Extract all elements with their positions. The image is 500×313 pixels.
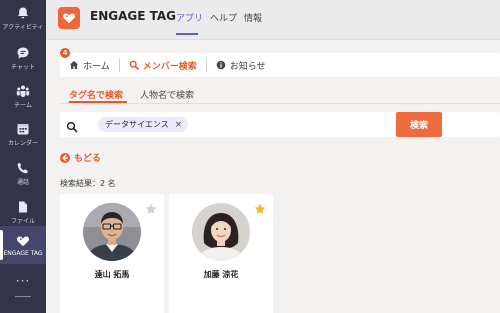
tab-app[interactable]: アプリ bbox=[176, 11, 203, 24]
star-outline-icon[interactable] bbox=[145, 200, 157, 219]
notification-badge: 4 bbox=[60, 48, 70, 58]
avatar bbox=[192, 203, 250, 261]
engage-tag-logo bbox=[58, 7, 80, 29]
tag-chip-remove-button[interactable]: × bbox=[175, 120, 183, 130]
subtab-divider bbox=[60, 103, 500, 104]
tag-chip: データサイエンス × bbox=[98, 117, 189, 132]
engage-tag-icon bbox=[17, 235, 29, 246]
tag-chip-label: データサイエンス bbox=[105, 120, 169, 129]
tag-heart-icon bbox=[63, 13, 75, 24]
search-button[interactable]: 検索 bbox=[396, 112, 442, 137]
rail-item-files[interactable]: ファイル bbox=[0, 194, 46, 230]
tab-search-by-name[interactable]: 人物名で検索 bbox=[140, 88, 194, 101]
chat-icon bbox=[17, 47, 29, 58]
member-name: 遠山 拓馬 bbox=[94, 270, 130, 279]
rail-label: チーム bbox=[14, 101, 32, 109]
rail-label: チャット bbox=[11, 63, 35, 71]
back-link[interactable]: もどる bbox=[60, 151, 101, 164]
results-count: 検索結果：2 名 bbox=[60, 179, 116, 188]
star-filled-icon[interactable] bbox=[254, 200, 266, 219]
tab-info[interactable]: 情報 bbox=[244, 11, 262, 24]
app-header: ENGAGE TAG アプリ ヘルプ 情報 bbox=[46, 0, 500, 40]
app-title: ENGAGE TAG bbox=[90, 9, 176, 23]
teams-icon bbox=[16, 85, 30, 97]
arrow-left-icon bbox=[60, 152, 70, 163]
rail-label: ENGAGE TAG bbox=[3, 249, 43, 257]
member-card[interactable]: 加藤 涼花 bbox=[169, 194, 273, 313]
member-card[interactable]: 遠山 拓馬 bbox=[60, 194, 164, 313]
active-tab-indicator bbox=[176, 33, 198, 35]
search-icon bbox=[129, 60, 139, 70]
phone-icon bbox=[17, 162, 28, 173]
search-icon bbox=[66, 118, 78, 137]
nav-home[interactable]: ホーム bbox=[60, 58, 120, 72]
rail-divider bbox=[15, 296, 31, 297]
app-navbar: ホーム メンバー検索 お知らせ bbox=[60, 53, 500, 77]
calendar-icon bbox=[17, 123, 29, 134]
avatar bbox=[83, 203, 141, 261]
rail-item-calls[interactable]: 通話 bbox=[0, 155, 46, 191]
more-apps-button[interactable]: ··· bbox=[0, 274, 46, 288]
rail-label: アクティビティ bbox=[2, 23, 44, 31]
file-icon bbox=[19, 201, 27, 212]
nav-notices[interactable]: お知らせ bbox=[207, 58, 275, 72]
rail-item-chat[interactable]: チャット bbox=[0, 40, 46, 76]
tab-help[interactable]: ヘルプ bbox=[210, 11, 237, 24]
app-rail: アクティビティ チャット チーム カレンダー 通話 ファイル ENGAGE TA… bbox=[0, 0, 46, 313]
rail-label: カレンダー bbox=[7, 139, 38, 147]
nav-label: ホーム bbox=[83, 61, 110, 72]
rail-label: 通話 bbox=[16, 178, 29, 186]
back-label: もどる bbox=[74, 154, 101, 164]
rail-item-calendar[interactable]: カレンダー bbox=[0, 116, 46, 152]
rail-item-engage-tag[interactable]: ENGAGE TAG bbox=[0, 226, 46, 264]
rail-label: ファイル bbox=[10, 217, 35, 225]
home-icon bbox=[69, 61, 79, 69]
rail-item-teams[interactable]: チーム bbox=[0, 78, 46, 114]
main-panel: ホーム メンバー検索 お知らせ 4 タグ名で検索 人物名で検索 データサイエンス… bbox=[46, 40, 500, 313]
nav-label: メンバー検索 bbox=[142, 61, 197, 72]
info-icon bbox=[216, 60, 226, 70]
member-name: 加藤 涼花 bbox=[203, 270, 239, 279]
tab-search-by-tag[interactable]: タグ名で検索 bbox=[69, 88, 123, 101]
nav-label: お知らせ bbox=[229, 61, 266, 72]
rail-item-activity[interactable]: アクティビティ bbox=[0, 0, 46, 36]
bell-icon bbox=[18, 7, 28, 18]
nav-member-search[interactable]: メンバー検索 bbox=[120, 58, 207, 72]
